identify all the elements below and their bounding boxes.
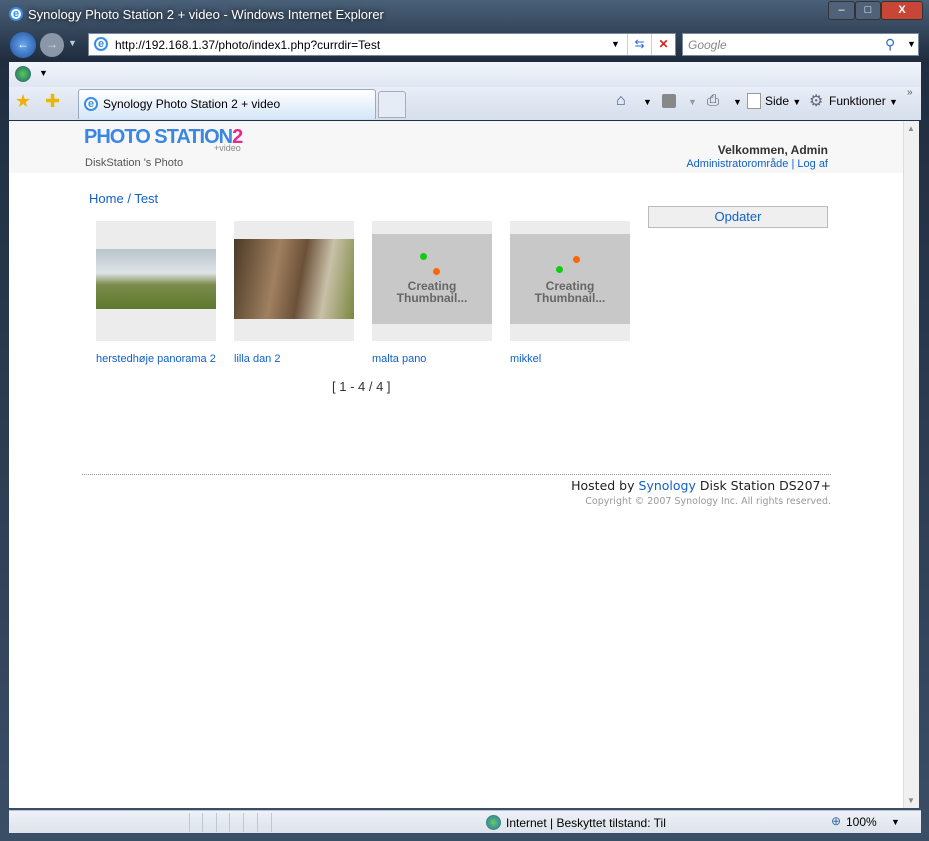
tab-label: Synology Photo Station 2 + video [103,97,281,111]
maximize-button[interactable]: □ [855,1,881,20]
chevron-more-icon[interactable]: » [907,87,913,98]
page-menu-icon [747,93,761,109]
item-caption[interactable]: herstedhøje panorama 2 [96,353,216,365]
window-title: Synology Photo Station 2 + video - Windo… [28,7,384,22]
creating-thumbnail: Creating Thumbnail... [510,234,630,324]
forward-button[interactable]: → [40,33,64,57]
creating-thumbnail: Creating Thumbnail... [372,234,492,324]
zoom-dropdown-icon[interactable]: ▼ [891,817,900,827]
zoom-icon: ⊕ [831,814,842,828]
page-icon: e [94,37,108,51]
back-button[interactable]: ← [10,32,36,58]
user-links: Administratorområde | Log af [686,158,828,170]
close-button[interactable]: X [881,1,923,20]
security-zone[interactable]: Internet | Beskyttet tilstand: Til [506,816,666,830]
stop-icon[interactable]: ✕ [651,34,675,55]
minimize-button[interactable]: – [828,1,855,20]
thumbnail-cell[interactable] [234,221,354,341]
search-box[interactable]: Google ⚲ ▼ [682,33,919,56]
welcome-text: Velkommen, Admin [717,143,828,157]
scroll-up-icon[interactable]: ▲ [907,124,915,133]
update-button[interactable]: Opdater [648,206,828,228]
new-tab-button[interactable] [378,91,406,118]
address-bar[interactable]: e http://192.168.1.37/photo/index1.php?c… [88,33,676,56]
addon-icon[interactable] [15,66,31,82]
loading-dot-orange [433,268,440,275]
tools-menu-label: Funktioner [829,94,886,108]
add-favorite-icon[interactable]: ✚ [45,91,60,112]
search-input[interactable]: Google [688,38,727,52]
vertical-scrollbar[interactable]: ▲ ▼ [903,121,919,808]
refresh-icon[interactable]: ⇆ [627,34,651,55]
item-caption[interactable]: malta pano [372,353,426,365]
item-caption[interactable]: lilla dan 2 [234,353,280,365]
scroll-down-icon[interactable]: ▼ [907,796,915,805]
thumbnail-cell[interactable]: Creating Thumbnail... [372,221,492,341]
photo-thumbnail[interactable] [234,239,354,319]
admin-link[interactable]: Administratorområde [686,158,788,170]
page-menu[interactable]: Side ▼ [765,94,801,108]
page-content: PHOTO STATION2 +video DiskStation 's Pho… [9,121,903,808]
item-caption[interactable]: mikkel [510,353,541,365]
feeds-dropdown-icon[interactable]: ▼ [688,97,697,107]
copyright: Copyright © 2007 Synology Inc. All right… [585,496,831,507]
synology-link[interactable]: Synology [639,478,696,493]
tab-ie-icon: e [84,97,98,111]
history-dropdown-icon[interactable]: ▼ [68,38,77,48]
address-dropdown-icon[interactable]: ▼ [611,39,620,49]
loading-dot-green [420,253,427,260]
url-text: http://192.168.1.37/photo/index1.php?cur… [115,38,381,52]
thumbnail-cell[interactable] [96,221,216,341]
globe-icon [486,815,501,830]
hosted-by: Hosted by Synology Disk Station DS207+ [571,478,831,493]
status-bar: Internet | Beskyttet tilstand: Til ⊕ 100… [9,810,921,833]
home-dropdown-icon[interactable]: ▼ [643,97,652,107]
search-dropdown-icon[interactable]: ▼ [907,39,916,49]
feeds-icon[interactable] [662,94,676,108]
addon-dropdown-icon[interactable]: ▼ [39,68,48,78]
print-dropdown-icon[interactable]: ▼ [733,97,742,107]
gear-icon: ⚙ [809,93,824,110]
zoom-level[interactable]: 100% [846,815,877,829]
browser-window: e Synology Photo Station 2 + video - Win… [0,0,929,841]
breadcrumb-current[interactable]: Test [134,191,158,206]
ie-icon: e [9,7,23,21]
favorites-star-icon[interactable]: ★ [15,91,31,112]
logout-link[interactable]: Log af [797,158,828,170]
breadcrumb-home[interactable]: Home [89,191,124,206]
footer-divider [82,474,831,475]
breadcrumb: Home / Test [89,191,158,206]
breadcrumb-sep: / [127,191,131,206]
loading-dot-green [556,266,563,273]
tools-menu[interactable]: Funktioner ▼ [829,94,898,108]
print-icon[interactable]: ⎙ [707,92,719,109]
pagination: [ 1 - 4 / 4 ] [332,379,391,394]
page-menu-label: Side [765,94,790,108]
search-icon[interactable]: ⚲ [885,36,895,53]
thumbnail-cell[interactable]: Creating Thumbnail... [510,221,630,341]
photo-thumbnail[interactable] [96,249,216,309]
page-header: PHOTO STATION2 +video DiskStation 's Pho… [9,121,903,173]
tab-active[interactable]: e Synology Photo Station 2 + video [78,89,376,119]
site-subtitle: DiskStation 's Photo [85,157,184,169]
home-icon[interactable]: ⌂ [616,92,626,110]
links-toolbar: ▼ [9,62,921,87]
logo-sub: +video [214,143,241,153]
loading-dot-orange [573,256,580,263]
